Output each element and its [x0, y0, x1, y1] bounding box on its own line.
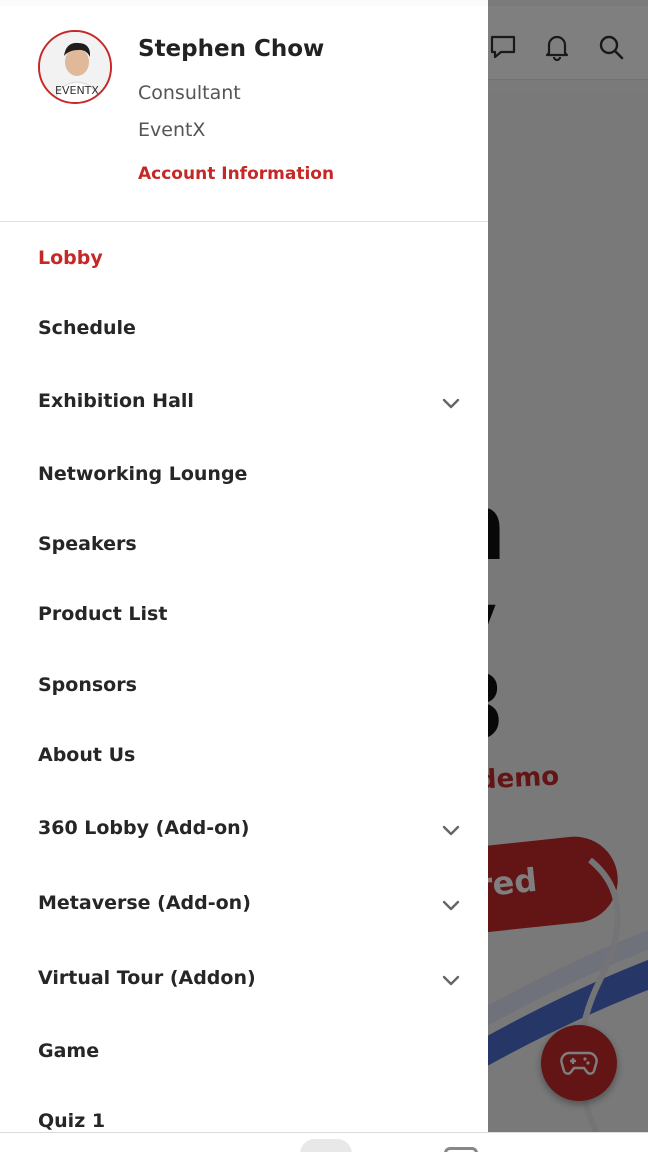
nav-item-lobby[interactable]: Lobby — [0, 231, 488, 287]
nav-item-schedule[interactable]: Schedule — [0, 301, 488, 357]
chevron-down-icon[interactable] — [440, 392, 462, 414]
nav-item-label: Networking Lounge — [38, 463, 248, 485]
nav-item-sponsors[interactable]: Sponsors — [0, 658, 488, 714]
nav-item-label: Sponsors — [38, 674, 137, 696]
navigation-drawer: EVENTX Stephen Chow Consultant EventX Ac… — [0, 0, 488, 1132]
nav-item-label: Virtual Tour (Addon) — [38, 967, 256, 989]
avatar-badge: EVENTX — [55, 84, 99, 97]
nav-item-label: Speakers — [38, 533, 137, 555]
user-name: Stephen Chow — [138, 36, 325, 62]
nav-item-label: Metaverse (Add-on) — [38, 892, 251, 914]
nav-item-label: Exhibition Hall — [38, 390, 194, 412]
chevron-down-icon[interactable] — [440, 894, 462, 916]
nav-item-speakers[interactable]: Speakers — [0, 517, 488, 573]
nav-item-label: Lobby — [38, 247, 103, 269]
avatar-photo: EVENTX — [40, 32, 110, 102]
avatar[interactable]: EVENTX — [38, 30, 112, 104]
nav-item-quiz-1[interactable]: Quiz 1 — [0, 1094, 488, 1132]
nav-item-360-lobby[interactable]: 360 Lobby (Add-on) — [0, 801, 488, 857]
nav-item-label: About Us — [38, 744, 136, 766]
nav-item-exhibition-hall[interactable]: Exhibition Hall — [0, 374, 488, 430]
nav-item-networking-lounge[interactable]: Networking Lounge — [0, 447, 488, 503]
chevron-down-icon[interactable] — [440, 819, 462, 841]
user-company: EventX — [138, 119, 206, 141]
nav-item-label: Quiz 1 — [38, 1110, 106, 1132]
bottom-browser-bar — [0, 1132, 648, 1152]
nav-item-about-us[interactable]: About Us — [0, 728, 488, 784]
chevron-down-icon[interactable] — [440, 969, 462, 991]
account-information-link[interactable]: Account Information — [138, 164, 334, 184]
nav-item-label: Product List — [38, 603, 168, 625]
home-button[interactable] — [300, 1139, 352, 1152]
tabs-button[interactable] — [444, 1147, 478, 1152]
nav-item-virtual-tour[interactable]: Virtual Tour (Addon) — [0, 951, 488, 1007]
nav-item-label: 360 Lobby (Add-on) — [38, 817, 250, 839]
nav-item-game[interactable]: Game — [0, 1024, 488, 1080]
user-title: Consultant — [138, 82, 241, 104]
nav-item-product-list[interactable]: Product List — [0, 587, 488, 643]
nav-item-label: Schedule — [38, 317, 136, 339]
profile-section: EVENTX Stephen Chow Consultant EventX Ac… — [0, 6, 488, 222]
nav-item-metaverse[interactable]: Metaverse (Add-on) — [0, 876, 488, 932]
nav-item-label: Game — [38, 1040, 100, 1062]
